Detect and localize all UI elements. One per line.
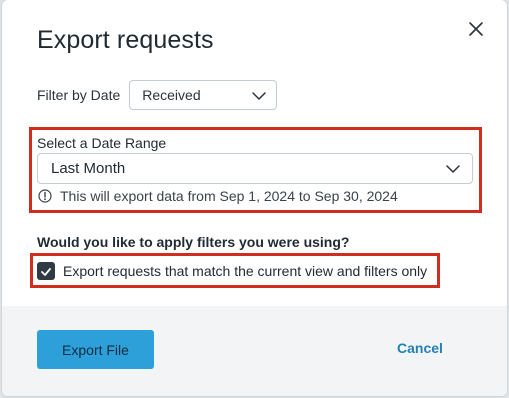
close-button[interactable] <box>464 19 488 43</box>
apply-filters-checkbox-row[interactable]: Export requests that match the current v… <box>37 262 427 280</box>
chevron-down-icon <box>252 87 266 103</box>
filter-by-date-value: Received <box>142 87 201 103</box>
date-range-label: Select a Date Range <box>37 135 167 151</box>
date-range-info-text: This will export data from Sep 1, 2024 t… <box>60 188 398 204</box>
filter-by-date-select[interactable]: Received <box>129 80 278 110</box>
apply-filters-checkbox-label: Export requests that match the current v… <box>63 263 428 279</box>
filter-by-date-label: Filter by Date <box>37 87 121 103</box>
filters-question: Would you like to apply filters you were… <box>37 234 350 250</box>
checkmark-icon <box>41 263 51 279</box>
cancel-button[interactable]: Cancel <box>397 340 443 356</box>
date-range-select[interactable]: Last Month <box>37 153 473 184</box>
close-icon <box>468 21 484 42</box>
modal-title: Export requests <box>37 26 214 54</box>
modal-footer: Export File Cancel <box>2 306 507 396</box>
apply-filters-checkbox[interactable] <box>37 262 55 280</box>
chevron-down-icon <box>446 160 460 177</box>
filter-by-date-row: Filter by Date Received <box>37 80 278 110</box>
export-requests-modal: Export requests Filter by Date Received … <box>2 0 507 396</box>
export-file-button[interactable]: Export File <box>37 330 154 369</box>
date-range-info: This will export data from Sep 1, 2024 t… <box>38 188 398 204</box>
info-icon <box>38 189 52 203</box>
date-range-value: Last Month <box>51 160 126 177</box>
